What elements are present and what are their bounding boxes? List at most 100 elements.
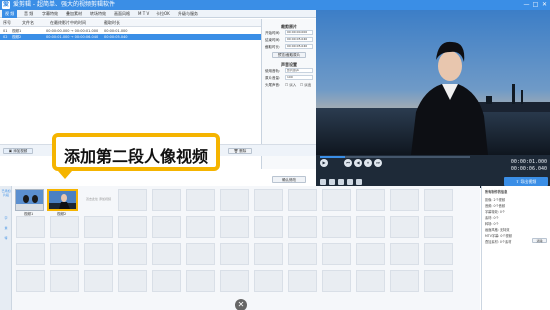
empty-slot[interactable]: [424, 270, 453, 292]
add-video-button[interactable]: ▣ 添加视频: [3, 148, 33, 154]
empty-slot[interactable]: [186, 216, 215, 238]
start-time-field[interactable]: 00:00:00.000: [285, 30, 313, 35]
empty-slot[interactable]: [288, 216, 317, 238]
clip-thumbnail-2[interactable]: [47, 189, 78, 211]
duration-field[interactable]: 00:00:05.040: [285, 44, 313, 49]
pause-button[interactable]: ⏸: [364, 159, 372, 167]
empty-slot[interactable]: [220, 270, 249, 292]
info-row: MTV字幕: 0个视频: [485, 234, 512, 238]
empty-slot[interactable]: [322, 243, 351, 265]
export-video-button[interactable]: ⇪ 导出视频: [504, 177, 548, 186]
save-icon[interactable]: [338, 179, 344, 185]
empty-slot[interactable]: [84, 243, 113, 265]
info-row: 叠加素材: 0个素材: [485, 240, 512, 244]
clip-thumbnail-1[interactable]: [15, 189, 44, 211]
empty-slot[interactable]: [356, 270, 385, 292]
empty-slot[interactable]: [186, 189, 215, 211]
info-row: 素材: 0个: [485, 216, 499, 220]
empty-slot[interactable]: [118, 243, 147, 265]
empty-slot[interactable]: [390, 270, 419, 292]
clear-button[interactable]: 清除: [532, 238, 547, 243]
video-preview[interactable]: [316, 10, 550, 155]
menu-upgrade[interactable]: 升级与服务: [178, 10, 198, 18]
empty-slot[interactable]: [390, 216, 419, 238]
tab-material[interactable]: 素: [1, 226, 11, 230]
total-time: 00:00:06.040: [510, 166, 547, 172]
audio-track-select[interactable]: 影片原声: [285, 68, 313, 73]
empty-slot[interactable]: [118, 270, 147, 292]
menu-picture-style[interactable]: 画面风格: [114, 10, 130, 18]
empty-slot[interactable]: [288, 270, 317, 292]
confirm-edit-button[interactable]: 确认修改: [272, 176, 306, 183]
minimize-button[interactable]: —: [522, 1, 531, 9]
empty-slot[interactable]: [356, 216, 385, 238]
empty-slot[interactable]: [50, 216, 79, 238]
empty-slot[interactable]: [84, 216, 113, 238]
info-row: 字幕特效: 0个: [485, 210, 506, 214]
empty-slot[interactable]: [254, 270, 283, 292]
empty-slot[interactable]: [254, 216, 283, 238]
empty-slot[interactable]: [152, 270, 181, 292]
menu-karaoke[interactable]: 卡拉OK: [156, 10, 170, 18]
empty-slot[interactable]: [152, 243, 181, 265]
volume-icon[interactable]: [356, 179, 362, 185]
title-bar: 爱 爱剪辑 - 超简单、强大的视频剪辑软件 — □ ✕: [0, 0, 550, 10]
empty-slot[interactable]: [220, 189, 249, 211]
empty-slot[interactable]: [424, 189, 453, 211]
empty-slot[interactable]: [186, 270, 215, 292]
maximize-button[interactable]: □: [531, 1, 540, 9]
folder-icon[interactable]: [329, 179, 335, 185]
empty-slot[interactable]: [322, 189, 351, 211]
info-row: 影像: 2个视频: [485, 198, 506, 202]
play-button[interactable]: ▶: [320, 159, 328, 167]
empty-slot[interactable]: [220, 216, 249, 238]
empty-slot[interactable]: [16, 216, 45, 238]
empty-slot[interactable]: [186, 243, 215, 265]
snapshot-icon[interactable]: [320, 179, 326, 185]
empty-slot[interactable]: [152, 189, 181, 211]
menu-mtv[interactable]: M T V: [138, 10, 149, 18]
fade-in-checkbox[interactable]: ☐ 淡入: [285, 83, 296, 88]
empty-slot[interactable]: [288, 243, 317, 265]
empty-slot[interactable]: [390, 243, 419, 265]
empty-slot[interactable]: [254, 243, 283, 265]
empty-slot[interactable]: [322, 216, 351, 238]
tab-effects[interactable]: 特: [1, 236, 11, 240]
empty-slot[interactable]: [254, 189, 283, 211]
close-button[interactable]: ✕: [540, 1, 549, 9]
next-frame-button[interactable]: ⏭: [374, 159, 382, 167]
collapse-icon[interactable]: ✕: [235, 299, 247, 310]
end-time-field[interactable]: 00:00:05.040: [285, 37, 313, 42]
fade-out-checkbox[interactable]: ☐ 淡出: [300, 83, 311, 88]
menu-video[interactable]: 视 频: [2, 10, 18, 18]
prev-frame-button[interactable]: ⏮: [344, 159, 352, 167]
empty-slot[interactable]: [152, 216, 181, 238]
empty-slot[interactable]: [356, 243, 385, 265]
menu-overlay[interactable]: 叠加素材: [66, 10, 82, 18]
empty-slot[interactable]: [288, 189, 317, 211]
empty-slot[interactable]: [424, 243, 453, 265]
empty-slot[interactable]: [390, 189, 419, 211]
empty-slot[interactable]: [84, 270, 113, 292]
empty-slot[interactable]: [118, 216, 147, 238]
empty-slot[interactable]: [322, 270, 351, 292]
empty-slot[interactable]: [16, 243, 45, 265]
empty-slot[interactable]: [50, 270, 79, 292]
menu-subtitle-effects[interactable]: 字幕特效: [42, 10, 58, 18]
empty-slot[interactable]: [118, 189, 147, 211]
step-back-button[interactable]: ◀: [354, 159, 362, 167]
empty-slot[interactable]: [424, 216, 453, 238]
tab-text[interactable]: 字: [1, 216, 11, 220]
volume-field[interactable]: 100: [285, 75, 313, 80]
preview-trim-button[interactable]: 预览/截取原片: [272, 52, 306, 58]
empty-slot[interactable]: [16, 270, 45, 292]
empty-slot[interactable]: [220, 243, 249, 265]
empty-slot[interactable]: [356, 189, 385, 211]
fullscreen-icon[interactable]: [347, 179, 353, 185]
clip-row-selected[interactable]: 02 视频2 00:00:01.000 → 00:00:06.040 00:00…: [0, 34, 261, 40]
empty-slot[interactable]: [50, 243, 79, 265]
menu-transition[interactable]: 转场特效: [90, 10, 106, 18]
menu-audio[interactable]: 音 频: [24, 10, 33, 18]
tab-added-clips[interactable]: 已添加片段: [1, 189, 11, 197]
delete-button[interactable]: 🗑 删除: [228, 148, 252, 154]
